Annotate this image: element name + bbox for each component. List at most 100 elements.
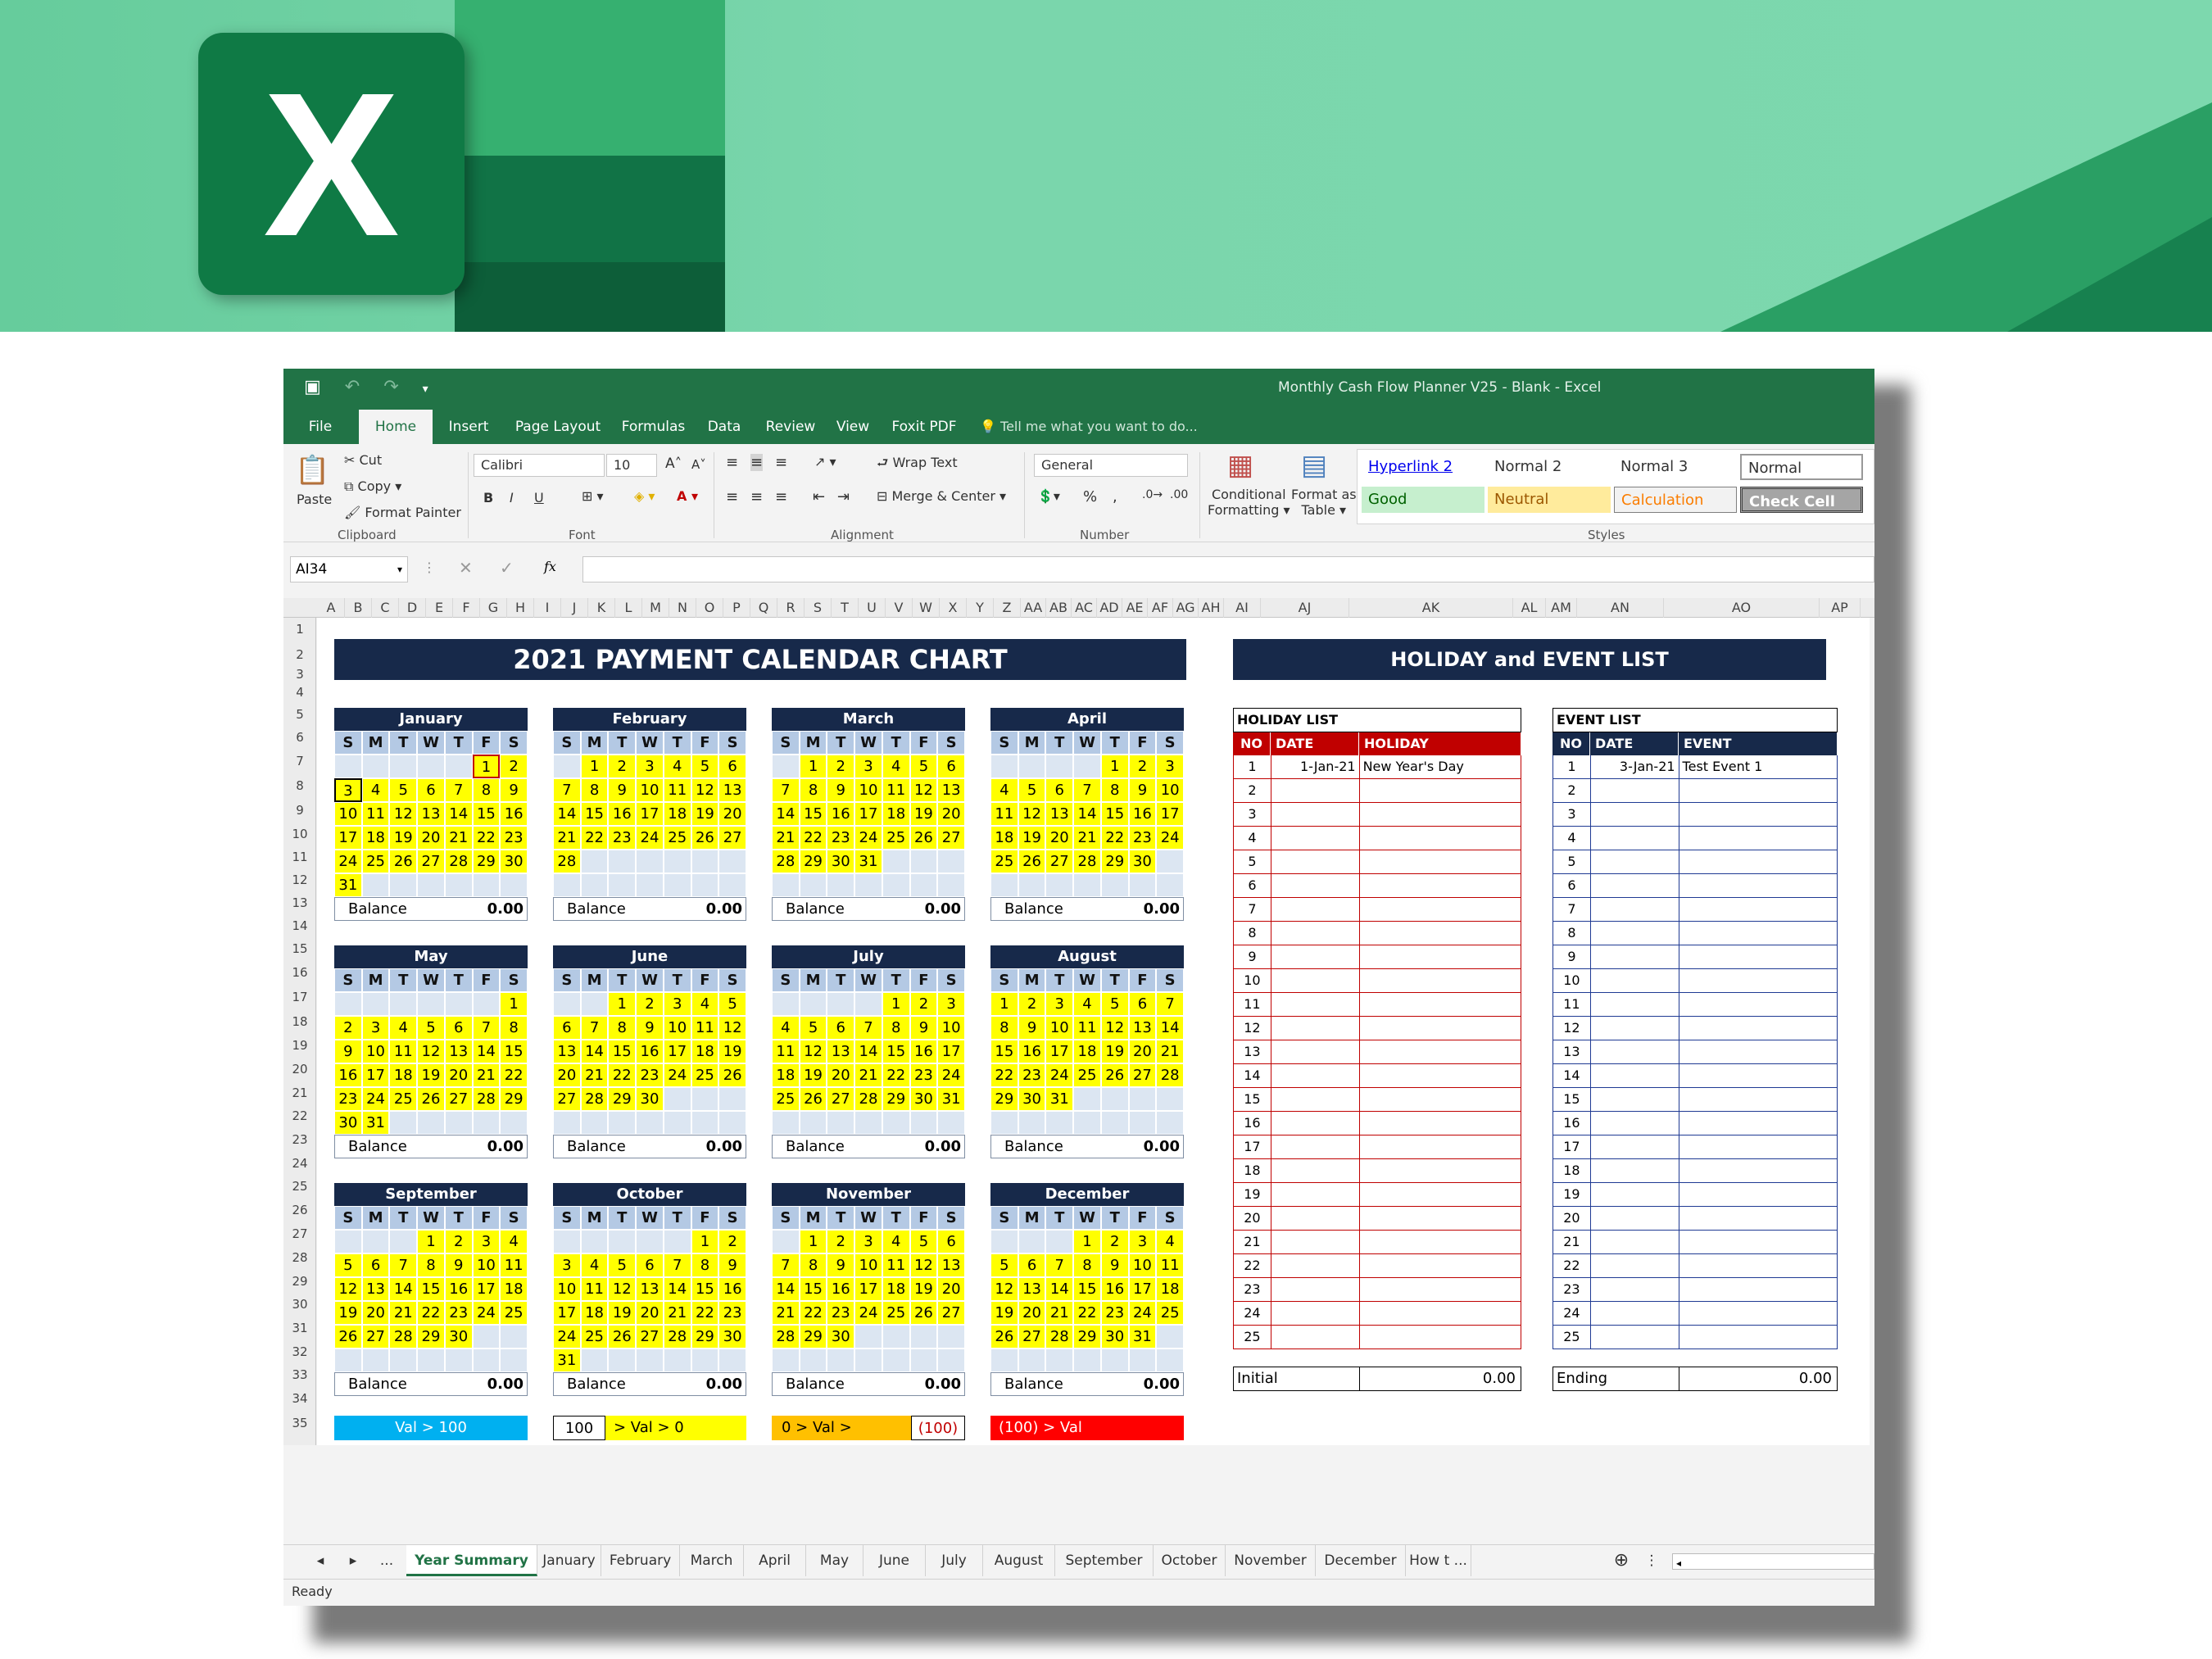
day-cell[interactable]: 30	[909, 1087, 938, 1111]
day-cell[interactable]: 6	[417, 778, 445, 802]
column-header[interactable]: K	[588, 598, 615, 618]
day-cell[interactable]: 19	[691, 802, 719, 826]
day-cell[interactable]: 12	[389, 802, 418, 826]
day-cell[interactable]: 12	[1100, 1016, 1129, 1040]
number-format-select[interactable]: General	[1034, 454, 1188, 477]
list-row[interactable]: 21	[1233, 1231, 1521, 1254]
day-cell[interactable]	[608, 1230, 637, 1253]
tab-next-icon[interactable]: ▸	[341, 1545, 365, 1576]
day-cell[interactable]: 28	[1073, 850, 1101, 873]
conditional-formatting-button[interactable]: Conditional Formatting ▾	[1208, 487, 1290, 518]
day-cell[interactable]: 19	[1100, 1040, 1129, 1063]
column-header[interactable]: D	[399, 598, 426, 618]
day-cell[interactable]	[1156, 1325, 1184, 1349]
tab-data[interactable]: Data	[695, 410, 754, 444]
day-cell[interactable]: 20	[1128, 1040, 1157, 1063]
day-cell[interactable]: 10	[334, 802, 362, 826]
day-cell[interactable]	[417, 755, 445, 778]
list-row[interactable]: 5	[1233, 850, 1521, 874]
day-cell[interactable]: 10	[636, 778, 664, 802]
day-cell[interactable]: 6	[1128, 992, 1157, 1016]
day-cell[interactable]: 21	[1045, 1301, 1074, 1325]
column-header[interactable]: C	[372, 598, 399, 618]
day-cell[interactable]: 24	[334, 850, 362, 873]
day-cell[interactable]: 15	[691, 1277, 719, 1301]
list-row[interactable]: 10	[1233, 969, 1521, 993]
day-cell[interactable]: 26	[691, 826, 719, 850]
day-cell[interactable]: 8	[500, 1016, 528, 1040]
day-cell[interactable]: 25	[990, 850, 1018, 873]
day-cell[interactable]: 23	[1128, 826, 1157, 850]
day-cell[interactable]	[417, 1111, 445, 1135]
day-cell[interactable]: 16	[608, 802, 637, 826]
day-cell[interactable]	[1128, 1349, 1157, 1372]
list-row[interactable]: 14	[1233, 1064, 1521, 1088]
day-cell[interactable]: 19	[417, 1063, 445, 1087]
day-cell[interactable]: 25	[361, 850, 390, 873]
day-cell[interactable]: 1	[882, 992, 910, 1016]
day-cell[interactable]	[1018, 873, 1046, 897]
day-cell[interactable]	[854, 1325, 882, 1349]
day-cell[interactable]	[990, 1349, 1018, 1372]
day-cell[interactable]: 29	[472, 850, 501, 873]
day-cell[interactable]: 4	[990, 778, 1018, 802]
add-sheet-icon[interactable]: ⊕	[1607, 1545, 1635, 1576]
row-header[interactable]: 19	[283, 1034, 316, 1057]
formula-input[interactable]	[582, 556, 1874, 582]
day-cell[interactable]: 5	[718, 992, 746, 1016]
day-cell[interactable]	[1073, 873, 1101, 897]
day-cell[interactable]: 5	[909, 755, 938, 778]
day-cell[interactable]	[500, 1111, 528, 1135]
day-cell[interactable]: 21	[389, 1301, 418, 1325]
day-cell[interactable]: 13	[1018, 1277, 1046, 1301]
day-cell[interactable]: 10	[472, 1253, 501, 1277]
day-cell[interactable]	[580, 850, 609, 873]
day-cell[interactable]: 7	[472, 1016, 501, 1040]
day-cell[interactable]	[361, 992, 390, 1016]
list-row[interactable]: 1 1-Jan-21 New Year's Day	[1233, 755, 1522, 779]
day-cell[interactable]: 18	[500, 1277, 528, 1301]
day-cell[interactable]	[580, 1349, 609, 1372]
column-header[interactable]: AJ	[1261, 598, 1349, 618]
font-color-icon[interactable]: A ▾	[677, 488, 698, 504]
day-cell[interactable]: 5	[1100, 992, 1129, 1016]
day-cell[interactable]: 4	[361, 778, 390, 802]
day-cell[interactable]: 28	[663, 1325, 691, 1349]
day-cell[interactable]: 5	[1018, 778, 1046, 802]
day-cell[interactable]: 11	[1156, 1253, 1184, 1277]
day-cell[interactable]	[636, 1111, 664, 1135]
day-cell[interactable]: 2	[1100, 1230, 1129, 1253]
day-cell[interactable]: 27	[553, 1087, 581, 1111]
day-cell[interactable]: 14	[1156, 1016, 1184, 1040]
day-cell[interactable]: 5	[608, 1253, 637, 1277]
day-cell[interactable]: 22	[799, 1301, 827, 1325]
list-row[interactable]: 18	[1233, 1159, 1521, 1183]
day-cell[interactable]: 29	[1073, 1325, 1101, 1349]
day-cell[interactable]: 15	[580, 802, 609, 826]
day-cell[interactable]: 22	[1073, 1301, 1101, 1325]
day-cell[interactable]	[1156, 1087, 1184, 1111]
day-cell[interactable]: 15	[500, 1040, 528, 1063]
day-cell[interactable]: 2	[500, 755, 528, 778]
day-cell[interactable]	[1045, 1349, 1074, 1372]
sheet-tab[interactable]: April	[744, 1545, 806, 1576]
day-cell[interactable]	[580, 992, 609, 1016]
name-box[interactable]: AI34 ▾	[290, 556, 408, 582]
day-cell[interactable]: 7	[1073, 778, 1101, 802]
day-cell[interactable]	[472, 1325, 501, 1349]
sheet-tab[interactable]: September	[1055, 1545, 1154, 1576]
day-cell[interactable]: 2	[909, 992, 938, 1016]
list-row[interactable]: 19	[1233, 1183, 1521, 1207]
list-row[interactable]: 4	[1552, 827, 1838, 850]
day-cell[interactable]: 17	[854, 802, 882, 826]
list-row[interactable]: 17	[1552, 1135, 1838, 1159]
day-cell[interactable]: 4	[389, 1016, 418, 1040]
italic-button[interactable]: I	[510, 490, 514, 505]
column-header[interactable]: U	[859, 598, 886, 618]
day-cell[interactable]: 31	[854, 850, 882, 873]
day-cell[interactable]	[1073, 1087, 1101, 1111]
day-cell[interactable]: 11	[500, 1253, 528, 1277]
day-cell[interactable]: 18	[882, 802, 910, 826]
day-cell[interactable]: 12	[417, 1040, 445, 1063]
column-header[interactable]: A	[318, 598, 345, 618]
